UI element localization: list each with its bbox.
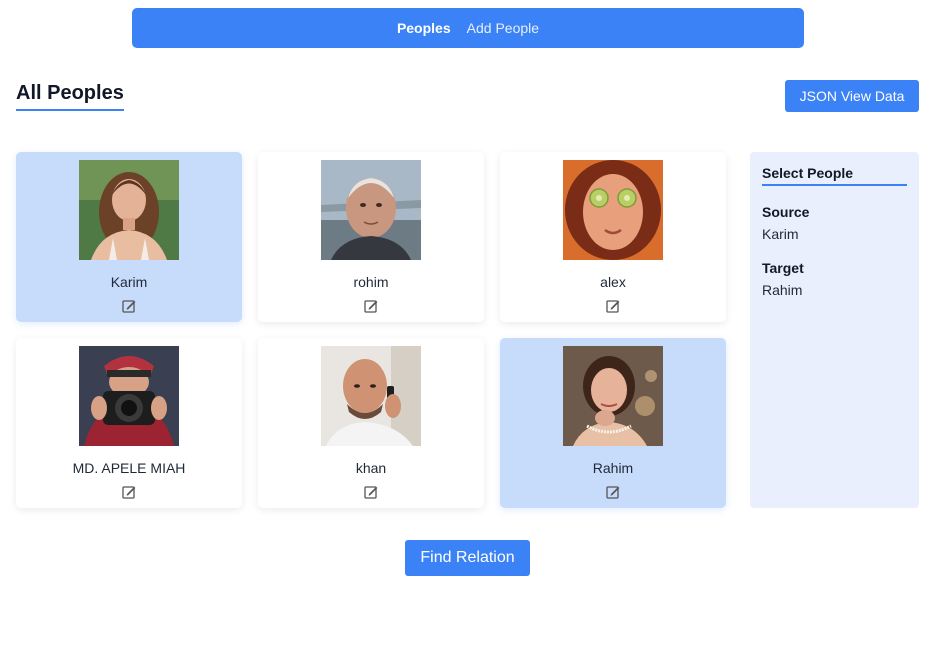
person-photo: [321, 346, 421, 446]
target-value: Rahim: [762, 282, 803, 298]
top-navigation-bar: Peoples Add People: [132, 8, 804, 48]
person-name: Rahim: [592, 460, 634, 476]
person-card-md-apele-miah[interactable]: MD. APELE MIAH: [16, 338, 242, 508]
nav-link-add-people[interactable]: Add People: [467, 20, 539, 36]
edit-icon[interactable]: [606, 485, 620, 499]
target-label: Target: [762, 260, 804, 276]
person-name: rohim: [353, 274, 389, 290]
person-card-khan[interactable]: khan: [258, 338, 484, 508]
person-name: MD. APELE MIAH: [72, 460, 186, 476]
person-card-karim[interactable]: Karim: [16, 152, 242, 322]
person-name: alex: [600, 274, 626, 290]
source-value: Karim: [762, 226, 799, 242]
person-name: Karim: [110, 274, 148, 290]
person-card-rohim[interactable]: rohim: [258, 152, 484, 322]
find-relation-button[interactable]: Find Relation: [405, 540, 530, 576]
edit-icon[interactable]: [364, 485, 378, 499]
json-view-data-button[interactable]: JSON View Data: [785, 80, 919, 112]
source-label: Source: [762, 204, 810, 220]
person-photo: [321, 160, 421, 260]
page-title: All Peoples: [16, 82, 124, 111]
panel-title: Select People: [762, 165, 907, 186]
person-photo: [79, 160, 179, 260]
nav-link-peoples[interactable]: Peoples: [397, 20, 451, 36]
people-grid: Karim rohim alex MD. APELE MIAH khan Rah…: [16, 152, 726, 508]
person-photo: [563, 160, 663, 260]
edit-icon[interactable]: [122, 299, 136, 313]
person-card-alex[interactable]: alex: [500, 152, 726, 322]
edit-icon[interactable]: [122, 485, 136, 499]
select-people-panel: Select People Source Karim Target Rahim: [750, 152, 919, 508]
person-photo: [563, 346, 663, 446]
person-card-rahim[interactable]: Rahim: [500, 338, 726, 508]
edit-icon[interactable]: [606, 299, 620, 313]
person-name: khan: [355, 460, 387, 476]
person-photo: [79, 346, 179, 446]
edit-icon[interactable]: [364, 299, 378, 313]
